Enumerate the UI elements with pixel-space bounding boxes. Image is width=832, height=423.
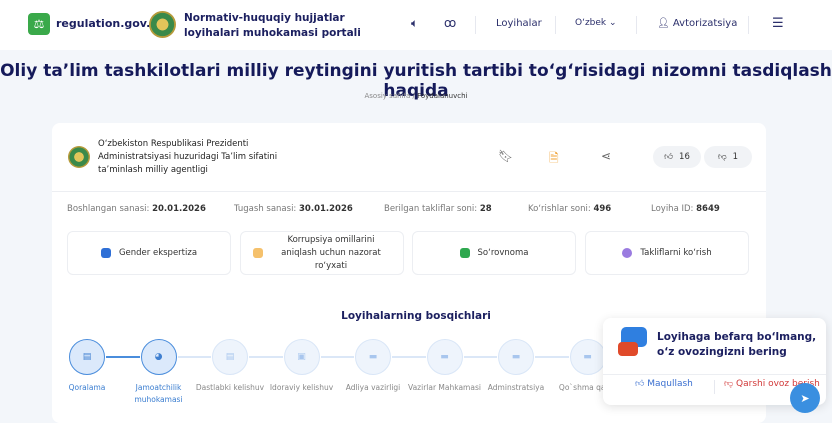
stat-views: Ko‘rishlar soni: 496 xyxy=(528,204,612,214)
stat-proposals: Berilgan takliflar soni: 28 xyxy=(384,204,492,214)
corruption-checklist-button[interactable]: Korrupsiya omillarini aniqlash uchun naz… xyxy=(240,231,404,275)
document-icon xyxy=(253,248,263,258)
menu-icon[interactable]: ☰ xyxy=(772,16,784,31)
nav-projects[interactable]: Loyihalar xyxy=(496,18,542,29)
stage-label: Vazirlar Mahkamasi xyxy=(408,383,481,392)
glasses-icon[interactable]: ꝏ xyxy=(444,16,456,30)
thumbs-down-icon: 👎︎ xyxy=(717,152,727,162)
view-proposals-button[interactable]: Takliflarni ko‘rish xyxy=(585,231,749,275)
thumbs-up-icon: 👍︎ xyxy=(664,152,674,162)
stage-label: Adminstratsiya xyxy=(487,383,545,392)
bookmark-icon[interactable]: 🔖︎ xyxy=(498,149,513,163)
send-icon: ➤ xyxy=(800,391,810,405)
breadcrumb: Asosiy sahifa / Foydalanuvchi xyxy=(364,92,468,100)
language-select[interactable]: O‘zbek ⌄ xyxy=(575,18,617,28)
stage-connector xyxy=(535,356,569,358)
speaker-icon[interactable]: 🔈︎ xyxy=(411,16,418,31)
stage-connector xyxy=(106,356,140,358)
chevron-down-icon: ⌄ xyxy=(609,18,617,28)
stage-doc-icon[interactable]: ▣ xyxy=(283,339,320,375)
stage-discussion-icon[interactable]: ◕ xyxy=(140,339,177,375)
org-emblem-icon xyxy=(68,146,90,168)
stat-project-id: Loyiha ID: 8649 xyxy=(651,204,720,214)
stage-briefcase-icon[interactable]: ▬ xyxy=(569,339,606,375)
stage-connector xyxy=(463,356,497,358)
stage-label: Qoralama xyxy=(68,383,106,392)
gender-expertise-button[interactable]: Gender ekspertiza xyxy=(67,231,231,275)
share-icon[interactable]: ⋖ xyxy=(601,149,611,163)
pen-icon xyxy=(100,248,111,258)
breadcrumb-current: Foydalanuvchi xyxy=(417,92,468,100)
scales-logo-icon[interactable]: ⚖ xyxy=(28,13,50,35)
stat-end-date: Tugash sanasi: 30.01.2026 xyxy=(234,204,353,214)
stage-label: Dastlabki kelishuv xyxy=(195,383,265,392)
stage-doc-icon[interactable]: ▤ xyxy=(212,339,248,375)
stage-briefcase-icon[interactable]: ▬ xyxy=(355,339,391,375)
breadcrumb-home[interactable]: Asosiy sahifa xyxy=(365,92,411,100)
vote-prompt: Loyihaga befarq bo‘lmang, o‘z ovozingizni… xyxy=(657,331,817,358)
survey-icon xyxy=(459,248,470,258)
stage-label: Jamoatchilik muhokamasi xyxy=(134,383,183,404)
stage-label: Idoraviy kelishuv xyxy=(269,383,334,392)
stage-connector xyxy=(177,356,211,358)
portal-name[interactable]: Normativ-huquqiy hujjatlar loyihalari muh… xyxy=(184,11,361,41)
survey-button[interactable]: So‘rovnoma xyxy=(412,231,576,275)
login-button[interactable]: 👤︎ Avtorizatsiya xyxy=(657,18,737,29)
stage-connector xyxy=(249,356,283,358)
dislike-bubble-icon xyxy=(618,342,638,356)
stage-draft-icon[interactable]: ▤ xyxy=(69,339,105,375)
state-emblem-icon xyxy=(149,11,176,38)
approve-button[interactable]: 👍︎ Maqullash xyxy=(635,379,693,389)
stage-label: Adliya vazirligi xyxy=(345,383,401,392)
stage-connector xyxy=(320,356,354,358)
stage-connector xyxy=(392,356,426,358)
stage-briefcase-icon[interactable]: ▬ xyxy=(426,339,463,375)
thumbs-down-icon: 👎︎ xyxy=(724,379,734,389)
chat-icon xyxy=(622,248,633,258)
dislike-button[interactable]: 👎︎ 1 xyxy=(704,146,752,168)
send-fab-button[interactable]: ➤ xyxy=(790,383,820,413)
thumbs-up-icon: 👍︎ xyxy=(635,379,645,389)
stat-start-date: Boshlangan sanasi: 20.01.2026 xyxy=(67,204,206,214)
like-button[interactable]: 👍︎ 16 xyxy=(653,146,701,168)
stage-briefcase-icon[interactable]: ▬ xyxy=(498,339,534,375)
organization-name: O‘zbekiston Respublikasi Prezidenti Admin… xyxy=(98,139,278,175)
pdf-file-icon[interactable]: 🗎 xyxy=(549,149,559,170)
header: ⚖ regulation.gov.uz Normativ-huquqiy huj… xyxy=(0,0,832,50)
user-icon: 👤︎ xyxy=(657,18,670,29)
